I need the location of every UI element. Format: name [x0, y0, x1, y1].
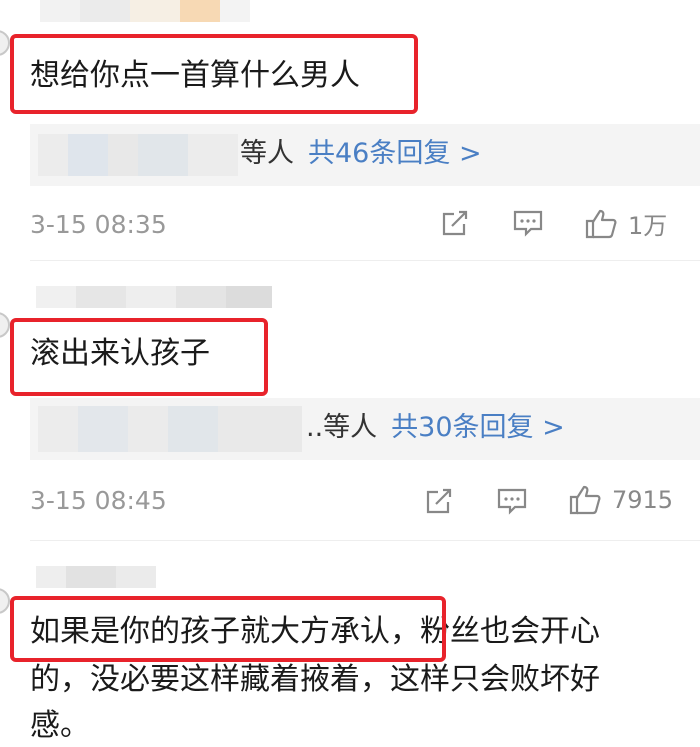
thumbs-up-icon: [569, 485, 601, 515]
divider: [30, 540, 700, 541]
reply-count-link[interactable]: 共30条回复 >: [391, 412, 565, 443]
comment-button[interactable]: [496, 486, 528, 516]
share-button[interactable]: [440, 208, 470, 238]
reply-users: ..等人: [306, 412, 378, 443]
blurred-reply-users: [38, 134, 238, 176]
comment-text-line-2: 的，没必要这样藏着掖着，这样只会败坏好: [30, 662, 600, 697]
share-icon: [426, 488, 452, 514]
share-icon: [442, 210, 468, 236]
thumbs-up-icon: [585, 209, 617, 238]
blurred-username: [36, 566, 156, 588]
blurred-username-top: [40, 0, 250, 22]
highlight-box: [10, 596, 446, 662]
reply-preview[interactable]: 等人 共46条回复 >: [30, 124, 700, 186]
blurred-username: [36, 286, 272, 308]
like-count: 1万: [628, 212, 668, 240]
avatar[interactable]: [0, 30, 10, 56]
like-count: 7915: [612, 486, 674, 514]
comment-time: 3-15 08:45: [30, 486, 167, 515]
blurred-reply-users: [38, 406, 302, 452]
comment-button[interactable]: [512, 208, 544, 238]
reply-summary: 等人 共46条回复 >: [240, 136, 482, 172]
comment-icon: [513, 210, 543, 237]
reply-count-link[interactable]: 共46条回复 >: [308, 138, 482, 169]
comment-time: 3-15 08:35: [30, 210, 167, 239]
like-button[interactable]: 1万: [584, 206, 667, 241]
comment-icon: [497, 488, 527, 515]
like-button[interactable]: 7915: [568, 484, 673, 516]
share-button[interactable]: [424, 486, 454, 516]
reply-summary: ..等人 共30条回复 >: [306, 410, 565, 446]
avatar[interactable]: [0, 312, 10, 338]
comment-text-line-3: 感。: [30, 708, 90, 743]
reply-preview[interactable]: ..等人 共30条回复 >: [30, 398, 700, 460]
highlight-box: [10, 318, 268, 396]
avatar[interactable]: [0, 588, 10, 614]
divider: [30, 260, 700, 261]
reply-users: 等人: [240, 138, 294, 169]
highlight-box: [10, 34, 418, 114]
